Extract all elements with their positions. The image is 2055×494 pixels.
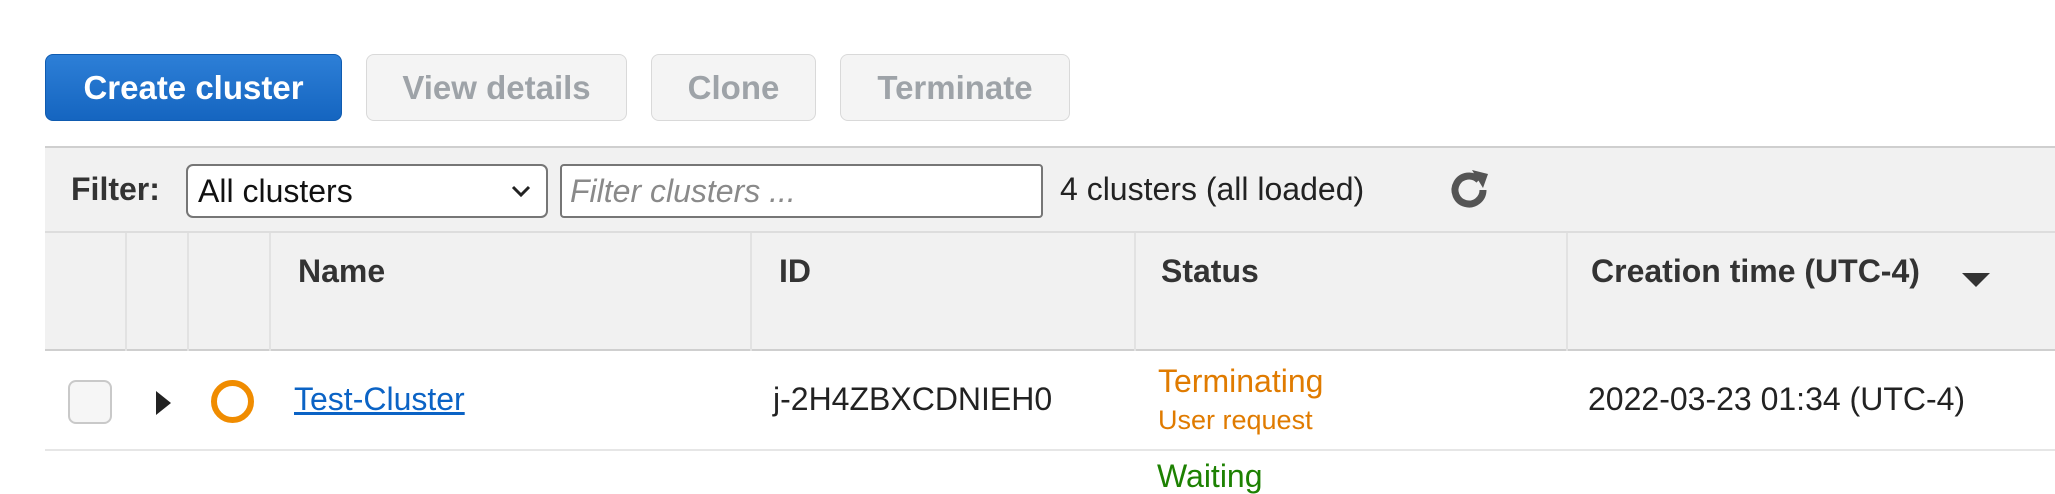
table-header: Name ID Status Creation time (UTC-4) — [45, 231, 2055, 351]
cluster-name-link[interactable]: Test-Cluster — [294, 381, 465, 418]
terminating-status-icon — [211, 380, 254, 423]
filter-bar: Filter: All clusters 4 clusters (all loa… — [45, 146, 2055, 231]
row-checkbox[interactable] — [68, 380, 112, 424]
refresh-icon[interactable] — [1445, 166, 1493, 214]
expand-column-header — [127, 233, 189, 351]
filter-clusters-input[interactable] — [560, 164, 1043, 218]
id-column-header[interactable]: ID — [752, 233, 1136, 351]
create-cluster-button[interactable]: Create cluster — [45, 54, 342, 121]
view-details-button[interactable]: View details — [366, 54, 627, 121]
terminate-button[interactable]: Terminate — [840, 54, 1070, 121]
caret-right-icon[interactable] — [156, 391, 171, 415]
cluster-status: Terminating — [1158, 363, 1324, 399]
next-row-status-partial: Waiting — [1157, 458, 1263, 494]
sort-descending-icon[interactable] — [1962, 273, 1990, 287]
cluster-status-detail: User request — [1158, 405, 1313, 435]
select-column-header — [45, 233, 127, 351]
filter-select-value: All clusters — [198, 172, 353, 209]
cluster-id: j-2H4ZBXCDNIEH0 — [773, 381, 1053, 417]
table-row: Test-Cluster j-2H4ZBXCDNIEH0 Terminating… — [45, 351, 2055, 451]
clone-button[interactable]: Clone — [651, 54, 816, 121]
status-icon-column-header — [189, 233, 271, 351]
creation-time-column-header[interactable]: Creation time (UTC-4) — [1568, 233, 2055, 351]
cluster-creation-time: 2022-03-23 01:34 (UTC-4) — [1588, 381, 1966, 417]
chevron-down-icon — [511, 185, 531, 198]
toolbar: Create cluster View details Clone Termin… — [45, 54, 1070, 121]
cluster-filter-select[interactable]: All clusters — [186, 164, 548, 218]
status-column-header[interactable]: Status — [1136, 233, 1568, 351]
cluster-count: 4 clusters (all loaded) — [1060, 171, 1365, 207]
filter-label: Filter: — [71, 171, 160, 207]
name-column-header[interactable]: Name — [271, 233, 752, 351]
